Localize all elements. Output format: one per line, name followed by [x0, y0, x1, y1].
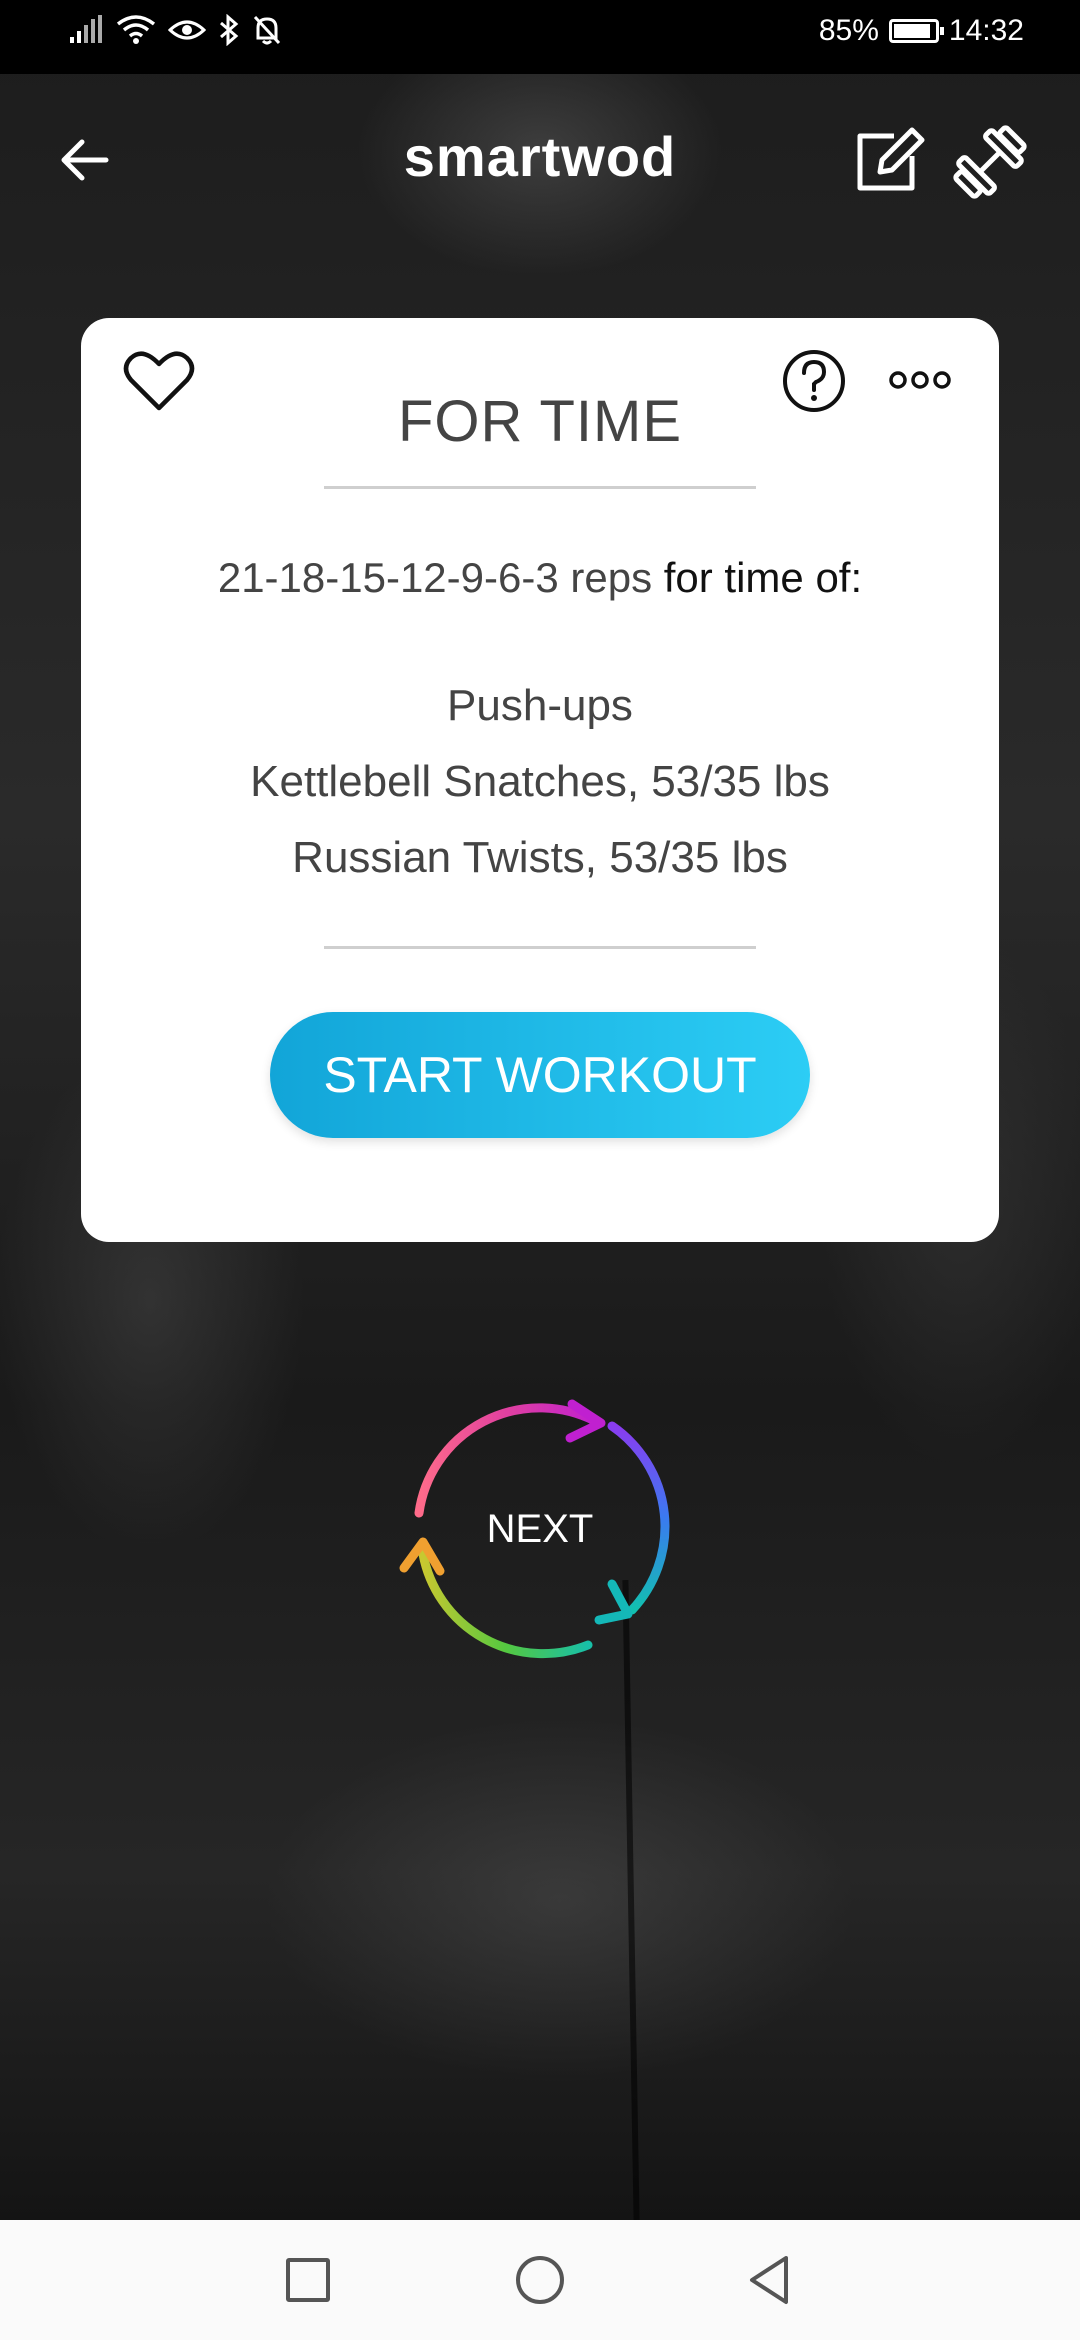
movement-item: Push-ups [447, 681, 633, 730]
start-workout-button[interactable]: START WORKOUT [270, 1012, 810, 1138]
movement-list: Push-ups Kettlebell Snatches, 53/35 lbs … [81, 668, 999, 896]
divider [324, 486, 756, 489]
battery-percent: 85% [818, 14, 879, 47]
next-button[interactable]: NEXT [390, 1380, 690, 1680]
rep-scheme: 21-18-15-12-9-6-3 reps for time of: [81, 554, 999, 602]
app-header: smartwod [0, 110, 1080, 210]
recent-apps-button[interactable] [286, 2258, 330, 2302]
status-bar: 85% 14:32 [0, 0, 1080, 74]
signal-icon [70, 15, 102, 43]
workout-type: FOR TIME [397, 389, 683, 454]
wifi-icon [116, 15, 156, 44]
movement-item: Russian Twists, 53/35 lbs [292, 833, 788, 882]
battery-icon [888, 19, 944, 43]
eye-icon [168, 20, 206, 40]
workout-card: FOR TIME 21-18-15-12-9-6-3 reps for time… [81, 318, 999, 1242]
bluetooth-icon [220, 14, 239, 46]
status-right: 85% 14:32 [819, 14, 1024, 48]
home-button[interactable] [516, 2256, 564, 2304]
system-nav-bar [0, 2220, 1080, 2340]
next-label: NEXT [486, 1507, 594, 1551]
scheme-suffix: for time of: [663, 554, 863, 601]
movement-item: Kettlebell Snatches, 53/35 lbs [250, 757, 830, 806]
divider [324, 946, 756, 949]
dumbbell-icon[interactable] [950, 122, 1030, 202]
reps-text: 21-18-15-12-9-6-3 reps [217, 554, 653, 601]
clock: 14:32 [948, 14, 1024, 47]
mute-bell-icon [253, 15, 281, 45]
edit-icon[interactable] [850, 122, 926, 198]
status-icons [70, 14, 282, 46]
back-triangle-icon[interactable] [746, 2254, 792, 2306]
